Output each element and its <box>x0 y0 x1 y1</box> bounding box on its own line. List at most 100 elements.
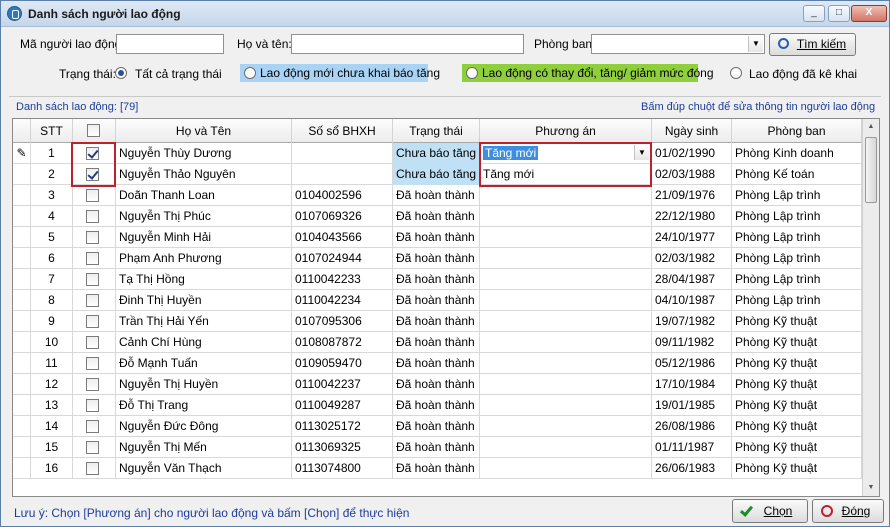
name-cell: Nguyễn Thảo Nguyên <box>116 164 292 185</box>
plan-cell[interactable] <box>480 416 652 437</box>
row-checkbox[interactable] <box>86 210 99 223</box>
plan-cell[interactable] <box>480 395 652 416</box>
vertical-scrollbar[interactable]: ▲ ▼ <box>862 119 879 496</box>
col-name[interactable]: Họ và Tên <box>116 119 292 143</box>
col-status[interactable]: Trạng thái <box>393 119 480 143</box>
row-checkbox[interactable] <box>86 336 99 349</box>
plan-cell[interactable] <box>480 332 652 353</box>
minimize-button[interactable]: _ <box>803 5 825 22</box>
table-row[interactable]: 4 Nguyễn Thị Phúc 0107069326 Đã hoàn thành 2… <box>13 206 862 227</box>
col-bhxh[interactable]: Số sổ BHXH <box>292 119 393 143</box>
row-checkbox[interactable] <box>86 399 99 412</box>
checkbox-cell[interactable] <box>73 332 116 353</box>
close-dialog-button[interactable]: Đóng <box>812 499 884 523</box>
row-checkbox[interactable] <box>86 315 99 328</box>
title-bar[interactable]: Danh sách người lao động _ □ X <box>1 1 889 27</box>
filter-all-label[interactable]: Tất cả trạng thái <box>135 67 222 81</box>
bhxh-cell <box>292 143 393 164</box>
row-checkbox[interactable] <box>86 357 99 370</box>
plan-cell[interactable] <box>480 353 652 374</box>
row-checkbox[interactable] <box>86 378 99 391</box>
table-row[interactable]: 9 Trần Thị Hải Yến 0107095306 Đã hoàn thành… <box>13 311 862 332</box>
col-dept[interactable]: Phòng ban <box>732 119 862 143</box>
col-stt[interactable]: STT <box>31 119 73 143</box>
filter-declared-label[interactable]: Lao động đã kê khai <box>749 67 857 81</box>
select-all-checkbox[interactable] <box>87 124 100 137</box>
checkbox-cell[interactable] <box>73 248 116 269</box>
col-plan[interactable]: Phương án <box>480 119 652 143</box>
filter-declared-radio[interactable] <box>730 67 742 79</box>
checkbox-cell[interactable] <box>73 206 116 227</box>
dept-cell: Phòng Kỹ thuật <box>732 311 862 332</box>
scroll-down-icon[interactable]: ▼ <box>865 481 877 495</box>
table-row[interactable]: 12 Nguyễn Thị Huyền 0110042237 Đã hoàn thàn… <box>13 374 862 395</box>
plan-cell[interactable] <box>480 248 652 269</box>
plan-cell[interactable] <box>480 290 652 311</box>
row-checkbox[interactable] <box>86 294 99 307</box>
row-checkbox[interactable] <box>86 273 99 286</box>
table-row[interactable]: 15 Nguyễn Thị Mến 0113069325 Đã hoàn thành 0… <box>13 437 862 458</box>
dob-cell: 17/10/1984 <box>652 374 732 395</box>
plan-cell[interactable] <box>480 269 652 290</box>
table-row[interactable]: 16 Nguyễn Văn Thạch 0113074800 Đã hoàn thàn… <box>13 458 862 479</box>
close-button[interactable]: X <box>851 5 887 22</box>
plan-cell[interactable] <box>480 227 652 248</box>
dob-cell: 19/07/1982 <box>652 311 732 332</box>
plan-cell[interactable] <box>480 374 652 395</box>
col-select-all[interactable] <box>73 119 116 143</box>
grid-header: STT Họ và Tên Số sổ BHXH Trạng thái Phươ… <box>13 119 862 143</box>
bhxh-cell: 0107095306 <box>292 311 393 332</box>
checkbox-cell[interactable] <box>73 374 116 395</box>
filter-all-radio[interactable] <box>115 67 127 79</box>
search-button[interactable]: Tìm kiếm <box>769 33 856 56</box>
row-checkbox[interactable] <box>86 462 99 475</box>
checkbox-cell[interactable] <box>73 311 116 332</box>
department-select[interactable]: ▼ <box>591 34 765 54</box>
table-row[interactable]: 11 Đỗ Mạnh Tuấn 0109059470 Đã hoàn thành 05/… <box>13 353 862 374</box>
table-row[interactable]: 5 Nguyễn Minh Hải 0104043566 Đã hoàn thành 2… <box>13 227 862 248</box>
dob-cell: 04/10/1987 <box>652 290 732 311</box>
employee-code-input[interactable] <box>116 34 224 54</box>
full-name-input[interactable] <box>291 34 524 54</box>
row-checkbox[interactable] <box>86 231 99 244</box>
maximize-button[interactable]: □ <box>828 5 850 22</box>
row-checkbox[interactable] <box>86 252 99 265</box>
scroll-thumb[interactable] <box>865 137 877 203</box>
status-cell: Đã hoàn thành <box>393 311 480 332</box>
checkbox-cell[interactable] <box>73 185 116 206</box>
table-row[interactable]: 14 Nguyễn Đức Đông 0113025172 Đã hoàn thành… <box>13 416 862 437</box>
checkbox-cell[interactable] <box>73 416 116 437</box>
chevron-down-icon[interactable]: ▼ <box>748 36 763 52</box>
table-row[interactable]: 3 Doãn Thanh Loan 0104002596 Đã hoàn thành 2… <box>13 185 862 206</box>
filter-new-radio[interactable] <box>244 67 256 79</box>
row-checkbox[interactable] <box>86 441 99 454</box>
checkbox-cell[interactable] <box>73 353 116 374</box>
checkbox-cell[interactable] <box>73 395 116 416</box>
table-row[interactable]: 13 Đỗ Thị Trang 0110049287 Đã hoàn thành 19/… <box>13 395 862 416</box>
plan-cell[interactable] <box>480 311 652 332</box>
checkbox-cell[interactable] <box>73 227 116 248</box>
plan-cell[interactable] <box>480 437 652 458</box>
choose-button[interactable]: Chọn <box>732 499 808 523</box>
table-row[interactable]: 2 Nguyễn Thảo Nguyên Chưa báo tăng Tăng mới… <box>13 164 862 185</box>
scroll-up-icon[interactable]: ▲ <box>865 120 877 134</box>
row-checkbox[interactable] <box>86 189 99 202</box>
table-row[interactable]: 7 Tạ Thị Hồng 0110042233 Đã hoàn thành 28/04… <box>13 269 862 290</box>
filter-changed-radio[interactable] <box>466 67 478 79</box>
table-row[interactable]: 8 Đinh Thị Huyền 0110042234 Đã hoàn thành 04… <box>13 290 862 311</box>
table-row[interactable]: ✎ 1 Nguyễn Thùy Dương Chưa báo tăng ▼ Tăng mớ… <box>13 143 862 164</box>
plan-cell[interactable] <box>480 206 652 227</box>
checkbox-cell[interactable] <box>73 290 116 311</box>
checkbox-cell[interactable] <box>73 269 116 290</box>
row-checkbox[interactable] <box>86 420 99 433</box>
table-row[interactable]: 10 Cảnh Chí Hùng 0108087872 Đã hoàn thành 09… <box>13 332 862 353</box>
filter-new-option[interactable]: Lao động mới chưa khai báo tăng <box>240 64 440 82</box>
plan-cell[interactable] <box>480 185 652 206</box>
plan-cell[interactable] <box>480 458 652 479</box>
table-row[interactable]: 6 Phạm Anh Phương 0107024944 Đã hoàn thành 0… <box>13 248 862 269</box>
col-dob[interactable]: Ngày sinh <box>652 119 732 143</box>
name-cell: Cảnh Chí Hùng <box>116 332 292 353</box>
checkbox-cell[interactable] <box>73 458 116 479</box>
filter-changed-option[interactable]: Lao động có thay đổi, tăng/ giảm mức đón… <box>462 64 714 82</box>
checkbox-cell[interactable] <box>73 437 116 458</box>
